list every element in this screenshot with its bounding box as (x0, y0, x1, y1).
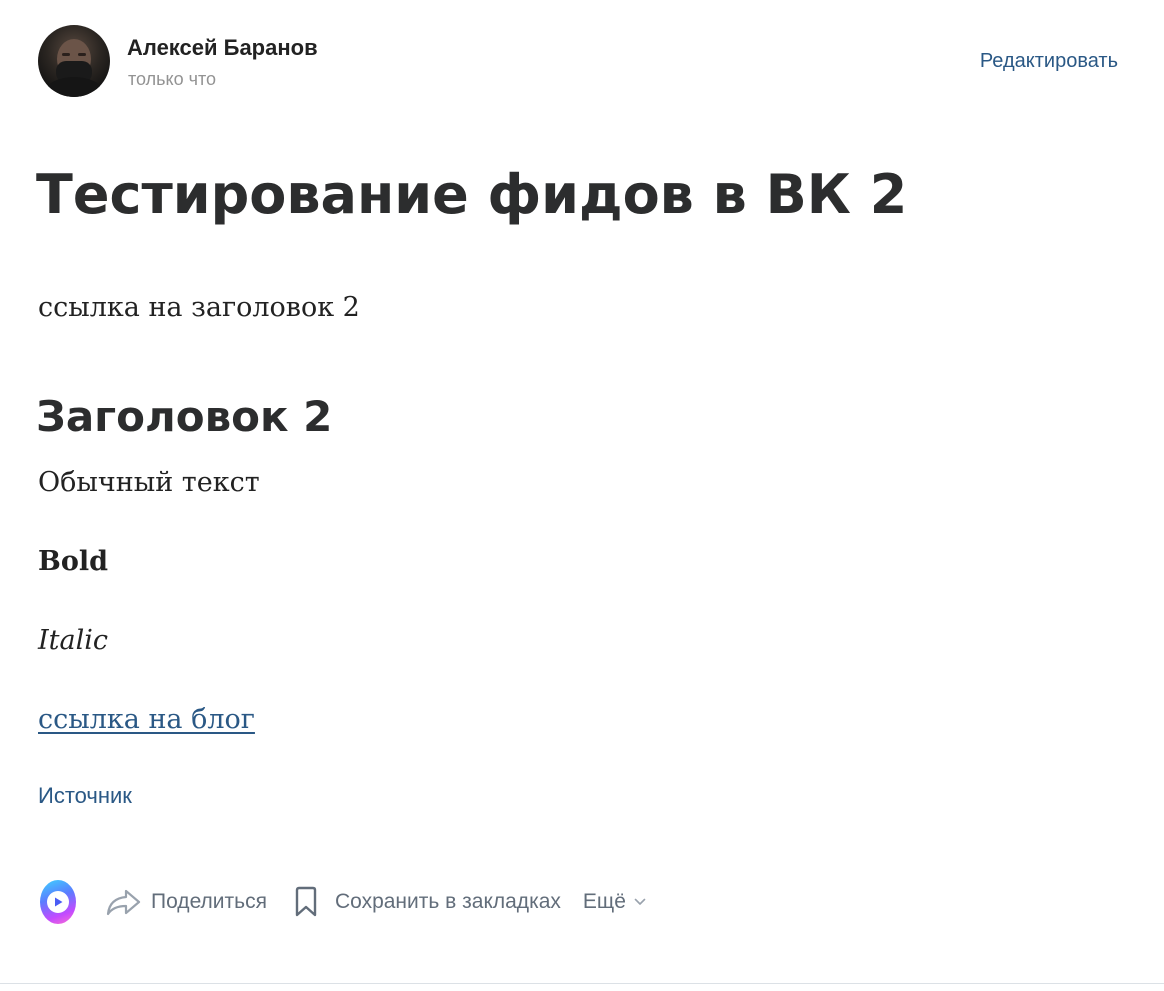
chevron-down-icon (634, 898, 646, 905)
heading-2: Заголовок 2 (36, 392, 333, 441)
article-title: Тестирование фидов в ВК 2 (36, 163, 908, 226)
divider (0, 983, 1164, 984)
play-button[interactable] (40, 880, 76, 924)
source-link[interactable]: Источник (38, 783, 132, 809)
share-label: Поделиться (151, 890, 267, 913)
plain-text: Обычный текст (38, 467, 260, 498)
bookmark-icon (295, 886, 317, 917)
blog-link[interactable]: ссылка на блог (38, 700, 255, 740)
author-name[interactable]: Алексей Баранов (127, 35, 318, 61)
bookmark-label: Сохранить в закладках (334, 890, 561, 913)
more-button[interactable]: Ещё (583, 890, 646, 914)
share-arrow-icon (106, 889, 141, 916)
italic-text: Italic (38, 625, 109, 656)
post-timestamp: только что (128, 69, 217, 89)
share-button[interactable]: Поделиться (106, 888, 267, 916)
play-icon (47, 891, 69, 913)
edit-button[interactable]: Редактировать (980, 50, 1118, 73)
bold-text: Bold (38, 546, 108, 577)
anchor-link-text: ссылка на заголовок 2 (38, 292, 360, 323)
post-header: Алексей Баранов только что Редактировать (38, 25, 1118, 97)
bookmark-button[interactable]: Сохранить в закладках (293, 886, 561, 918)
avatar[interactable] (38, 25, 110, 97)
action-bar: Поделиться Сохранить в закладках Ещё (40, 878, 646, 926)
avatar-photo (46, 39, 102, 97)
more-label: Ещё (582, 890, 626, 913)
